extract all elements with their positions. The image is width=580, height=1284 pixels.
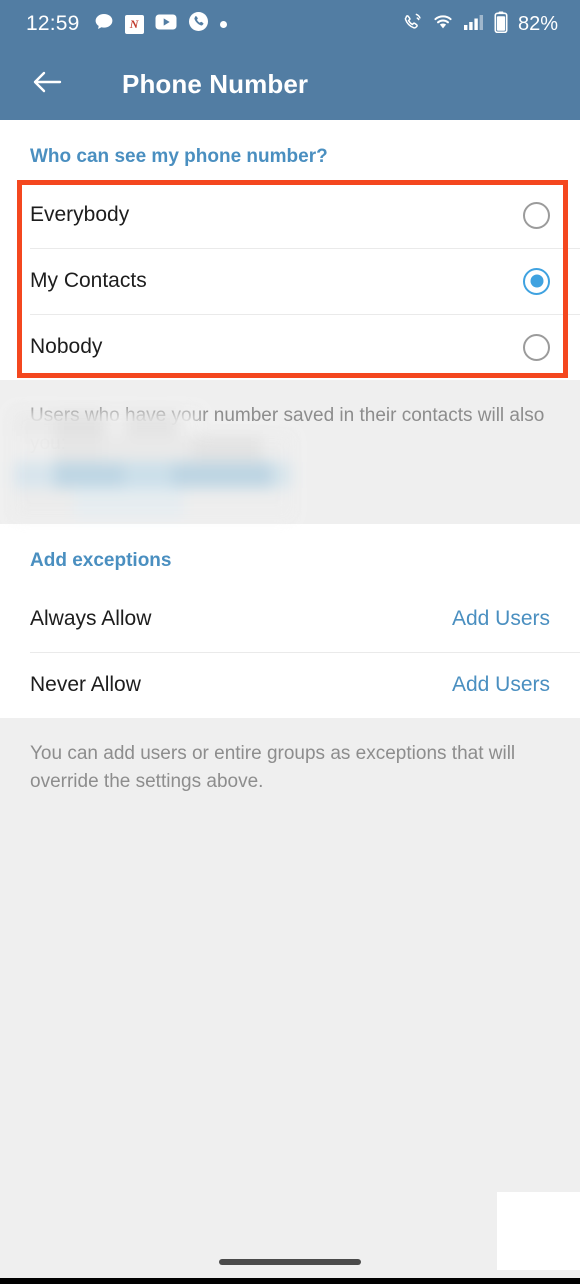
option-label: My Contacts (30, 269, 147, 292)
youtube-icon (155, 14, 177, 35)
signal-icon (463, 13, 485, 36)
battery-percent: 82% (517, 12, 558, 35)
exceptions-section-header: Add exceptions (30, 550, 172, 571)
visibility-section-header: Who can see my phone number? (30, 146, 328, 167)
phone-call-icon (188, 11, 209, 37)
add-users-button-always-allow[interactable]: Add Users (452, 607, 550, 631)
visibility-card: Who can see my phone number? Everybody M… (0, 120, 580, 380)
status-bar: 12:59 N 82% (0, 0, 580, 48)
battery-icon (494, 11, 508, 38)
exception-label: Never Allow (30, 673, 141, 696)
chat-bubble-icon (94, 12, 114, 37)
screen-bottom-edge (0, 1278, 580, 1284)
censored-white-block (497, 1192, 580, 1270)
visibility-note: Users who have your number saved in thei… (0, 380, 580, 524)
phone-screen: 12:59 N 82% Phone Number Who can see my … (0, 0, 580, 1284)
exception-row-always-allow[interactable]: Always Allow Add Users (0, 586, 580, 652)
call-mute-icon (401, 12, 423, 37)
dot-icon (219, 20, 227, 28)
add-users-button-never-allow[interactable]: Add Users (452, 673, 550, 697)
gesture-home-pill[interactable] (219, 1259, 361, 1265)
option-label: Everybody (30, 203, 130, 226)
option-row-my-contacts[interactable]: My Contacts (0, 248, 580, 314)
exceptions-card: Add exceptions Always Allow Add Users Ne… (0, 524, 580, 718)
radio-nobody[interactable] (523, 333, 550, 361)
arrow-left-icon (32, 70, 62, 99)
exception-label: Always Allow (30, 607, 152, 630)
back-button[interactable] (26, 63, 68, 105)
note-app-icon: N (124, 14, 144, 34)
settings-content: Who can see my phone number? Everybody M… (0, 120, 580, 1284)
status-bar-left: 12:59 N (26, 11, 227, 37)
status-bar-right: 82% (401, 11, 558, 38)
option-row-everybody[interactable]: Everybody (0, 182, 580, 248)
app-bar: Phone Number (0, 48, 580, 120)
status-time: 12:59 (26, 12, 80, 35)
radio-everybody[interactable] (523, 201, 550, 229)
page-title: Phone Number (122, 68, 309, 99)
option-label: Nobody (30, 335, 103, 358)
wifi-icon (432, 13, 454, 36)
exceptions-note: You can add users or entire groups as ex… (0, 718, 580, 820)
exception-row-never-allow[interactable]: Never Allow Add Users (0, 652, 580, 718)
radio-my-contacts[interactable] (523, 267, 550, 295)
option-row-nobody[interactable]: Nobody (0, 314, 580, 380)
